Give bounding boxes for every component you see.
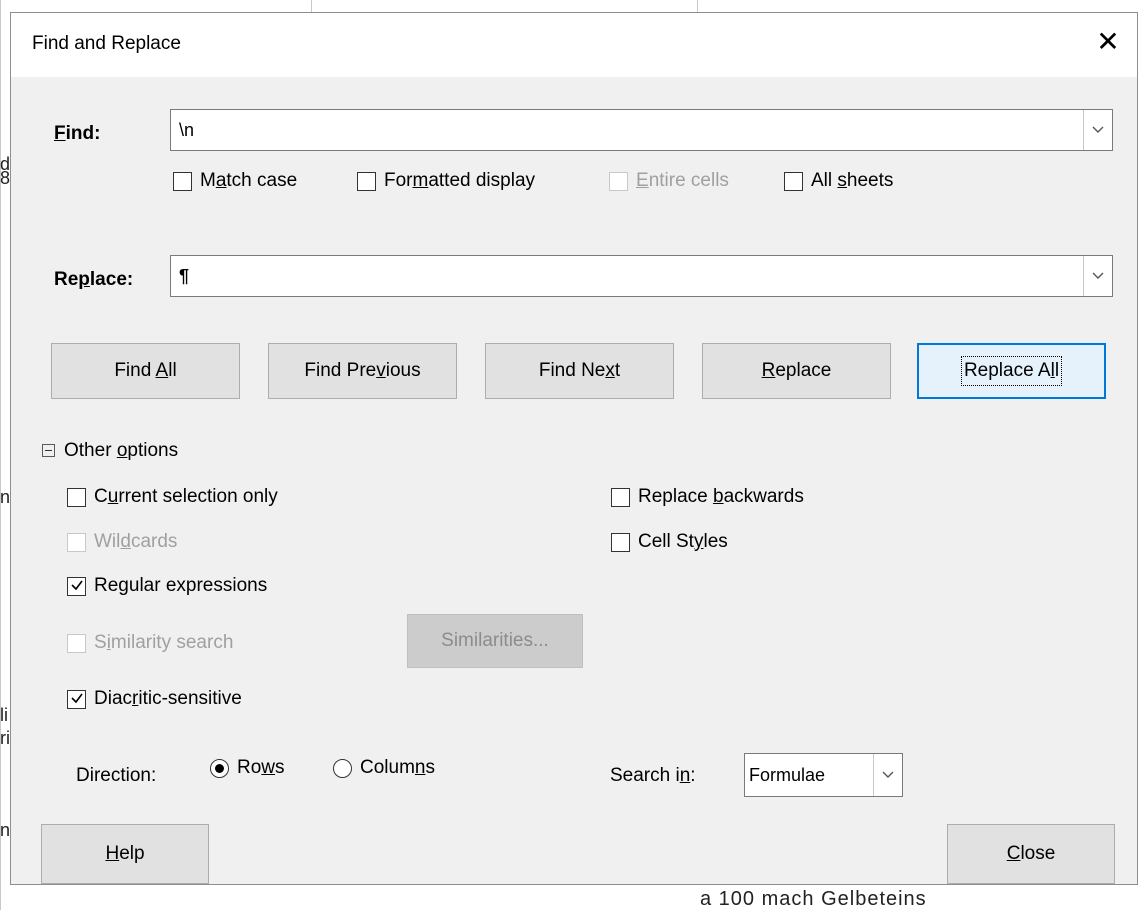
find-all-button[interactable]: Find All xyxy=(51,343,240,399)
chevron-down-icon[interactable] xyxy=(873,754,902,796)
checkbox-box[interactable] xyxy=(67,532,86,552)
chevron-down-icon[interactable] xyxy=(1083,110,1112,150)
chevron-down-icon[interactable] xyxy=(1083,256,1112,296)
current-selection-label: Current selection only xyxy=(94,486,278,507)
entire-cells-label: Entire cells xyxy=(636,170,729,191)
close-button[interactable]: Close xyxy=(947,824,1115,884)
help-label: Help xyxy=(105,843,145,864)
bg-snippet: li xyxy=(0,705,8,725)
bg-bottom-text: a 100 mach Gelbeteins xyxy=(700,888,927,910)
bg-snippet: 8 xyxy=(0,168,11,188)
grid-line xyxy=(697,0,698,12)
help-button[interactable]: Help xyxy=(41,824,209,884)
close-icon[interactable]: ✕ xyxy=(1093,27,1123,57)
search-in-value: Formulae xyxy=(749,765,826,785)
regular-expressions-checkbox[interactable]: Regular expressions xyxy=(67,575,267,597)
direction-columns-radio[interactable]: Columns xyxy=(333,757,435,779)
checkbox-box[interactable] xyxy=(611,487,630,507)
search-in-select[interactable]: Formulae xyxy=(744,753,903,797)
bg-snippet: ri xyxy=(0,728,10,748)
other-options-label[interactable]: Other options xyxy=(64,440,178,462)
checkbox-box[interactable] xyxy=(357,171,376,191)
find-label: Find: xyxy=(54,123,101,144)
checkmark-icon xyxy=(71,693,83,703)
checkmark-icon xyxy=(71,580,83,590)
checkbox-box[interactable] xyxy=(67,487,86,507)
checkbox-box[interactable] xyxy=(67,576,86,596)
formatted-display-label: Formatted display xyxy=(384,170,536,191)
diacritic-sensitive-checkbox[interactable]: Diacritic-sensitive xyxy=(67,688,242,710)
similarity-search-label: Similarity search xyxy=(94,632,234,653)
all-sheets-checkbox[interactable]: All sheets xyxy=(784,170,893,192)
find-next-button[interactable]: Find Next xyxy=(485,343,674,399)
collapse-minus-icon[interactable] xyxy=(42,444,55,457)
checkbox-box[interactable] xyxy=(611,532,630,552)
regular-expressions-label: Regular expressions xyxy=(94,575,268,596)
wildcards-checkbox[interactable]: Wildcards xyxy=(67,531,177,553)
direction-label: Direction: xyxy=(76,765,157,786)
all-sheets-label: All sheets xyxy=(811,170,894,191)
replace-button-label: Replace xyxy=(761,360,832,381)
find-previous-button[interactable]: Find Previous xyxy=(268,343,457,399)
title-bar: Find and Replace ✕ xyxy=(11,13,1137,77)
match-case-checkbox[interactable]: Match case xyxy=(173,170,297,192)
current-selection-checkbox[interactable]: Current selection only xyxy=(67,486,278,508)
cell-styles-checkbox[interactable]: Cell Styles xyxy=(611,531,728,553)
search-in-label: Search in: xyxy=(610,765,696,786)
checkbox-box[interactable] xyxy=(609,171,628,191)
find-replace-dialog: Find and Replace ✕ Find: \n Match case F… xyxy=(10,12,1138,885)
close-label: Close xyxy=(1006,843,1056,864)
checkbox-box[interactable] xyxy=(67,689,86,709)
replace-button[interactable]: Replace xyxy=(702,343,891,399)
grid-line xyxy=(311,0,312,12)
checkbox-box[interactable] xyxy=(784,171,803,191)
replace-label: Replace: xyxy=(54,269,134,290)
find-next-label: Find Next xyxy=(538,360,621,381)
direction-rows-radio[interactable]: Rows xyxy=(210,757,285,779)
match-case-label: Match case xyxy=(200,170,298,191)
similarities-label: Similarities... xyxy=(441,630,549,651)
formatted-display-checkbox[interactable]: Formatted display xyxy=(357,170,535,192)
replace-all-label: Replace All xyxy=(960,356,1063,386)
entire-cells-checkbox[interactable]: Entire cells xyxy=(609,170,729,192)
replace-all-button[interactable]: Replace All xyxy=(917,343,1106,399)
checkbox-box[interactable] xyxy=(67,633,86,653)
find-input[interactable]: \n xyxy=(179,120,194,141)
similarities-button[interactable]: Similarities... xyxy=(407,614,583,668)
cell-styles-label: Cell Styles xyxy=(638,531,728,552)
wildcards-label: Wildcards xyxy=(94,531,178,552)
bg-snippet: n xyxy=(0,820,11,840)
rows-label: Rows xyxy=(237,757,285,778)
replace-backwards-checkbox[interactable]: Replace backwards xyxy=(611,486,804,508)
radio-circle[interactable] xyxy=(333,758,352,778)
diacritic-sensitive-label: Diacritic-sensitive xyxy=(94,688,242,709)
replace-input[interactable]: ¶ xyxy=(179,266,189,287)
find-combobox[interactable]: \n xyxy=(170,109,1113,151)
grid-line xyxy=(0,0,1,910)
dialog-title: Find and Replace xyxy=(32,33,181,54)
bg-snippet: n xyxy=(0,487,11,507)
similarity-search-checkbox[interactable]: Similarity search xyxy=(67,632,233,654)
replace-combobox[interactable]: ¶ xyxy=(170,255,1113,297)
radio-circle[interactable] xyxy=(210,758,229,778)
find-previous-label: Find Previous xyxy=(304,360,421,381)
find-all-label: Find All xyxy=(114,360,177,381)
replace-backwards-label: Replace backwards xyxy=(638,486,804,507)
columns-label: Columns xyxy=(360,757,435,778)
checkbox-box[interactable] xyxy=(173,171,192,191)
